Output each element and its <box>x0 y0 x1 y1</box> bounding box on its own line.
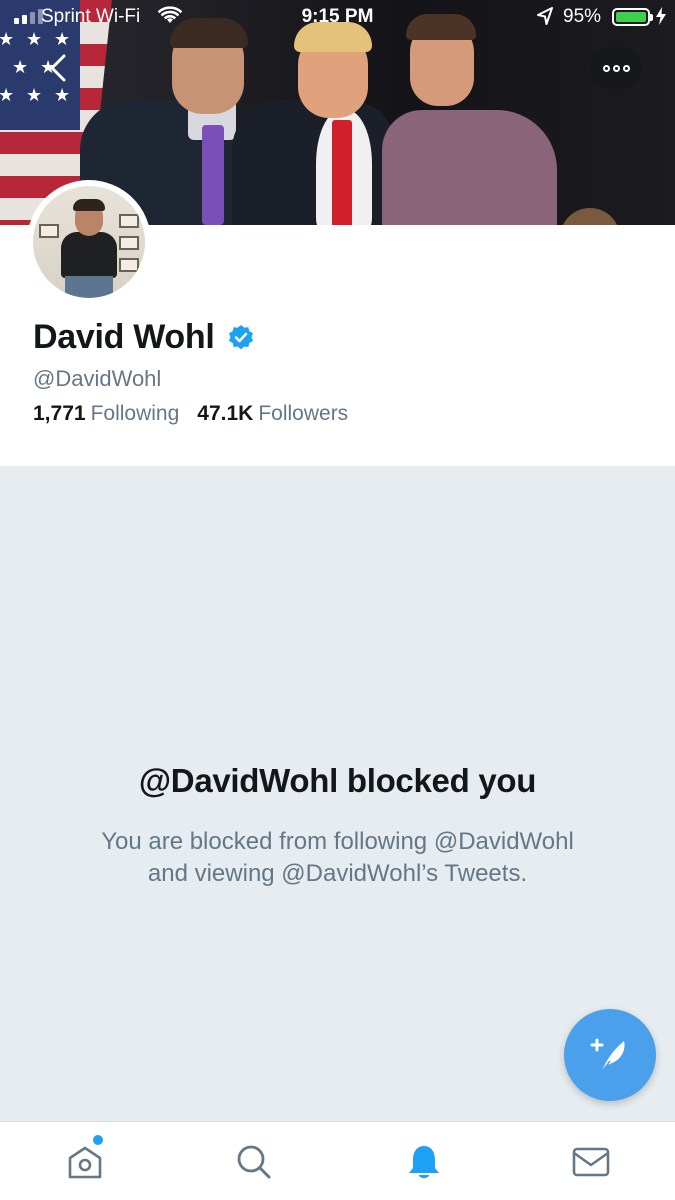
profile-name: David Wohl <box>33 318 215 356</box>
back-button[interactable] <box>38 48 78 88</box>
more-dot-icon <box>622 64 630 72</box>
tab-notifications[interactable] <box>374 1122 474 1200</box>
charging-bolt-icon <box>655 6 667 32</box>
blocked-title: @DavidWohl blocked you <box>138 762 537 799</box>
status-bar: Sprint Wi-Fi 9:15 PM 95% <box>0 0 675 34</box>
compose-feather-icon <box>590 1038 625 1074</box>
avatar-wall-frame <box>119 214 139 228</box>
avatar-person-hair <box>73 199 105 211</box>
follow-counts: 1,771 Following 47.1K Followers <box>33 402 348 426</box>
more-options-button[interactable] <box>590 46 642 90</box>
bottom-tab-bar <box>0 1121 675 1200</box>
battery-icon <box>612 8 653 26</box>
followers-stat[interactable]: 47.1K Followers <box>197 402 348 426</box>
compose-tweet-button[interactable] <box>564 1009 656 1101</box>
tab-search[interactable] <box>204 1122 304 1200</box>
following-count: 1,771 <box>33 402 86 425</box>
banner-person-center <box>232 100 397 225</box>
more-dot-icon <box>602 64 610 72</box>
banner-person-center-tie <box>332 120 352 225</box>
home-icon <box>68 1146 102 1178</box>
location-arrow-icon <box>536 6 554 32</box>
following-stat[interactable]: 1,771 Following <box>33 402 179 426</box>
more-dot-icon <box>612 64 620 72</box>
banner-person-right <box>382 110 557 225</box>
followers-label: Followers <box>258 402 349 425</box>
battery-percentage: 95% <box>563 6 602 27</box>
avatar-person-body <box>61 232 117 278</box>
blocked-description-line2: and viewing @DavidWohl’s Tweets. <box>147 860 528 887</box>
verified-badge-icon <box>228 324 253 349</box>
followers-count: 47.1K <box>197 402 254 425</box>
tab-home[interactable] <box>35 1122 135 1200</box>
bell-icon <box>409 1145 439 1178</box>
avatar-wall-frame <box>39 224 59 238</box>
profile-handle: @DavidWohl <box>33 366 162 391</box>
avatar-wall-frame <box>119 258 139 272</box>
following-label: Following <box>90 402 180 425</box>
search-icon <box>237 1145 271 1178</box>
avatar-photo <box>33 186 145 298</box>
blocked-notice-panel: @DavidWohl blocked you You are blocked f… <box>0 466 675 1121</box>
tab-messages[interactable] <box>541 1122 641 1200</box>
banner-person-left-tie <box>202 125 224 225</box>
profile-name-row: David Wohl <box>33 318 255 357</box>
blocked-description: You are blocked from following @DavidWoh… <box>60 826 615 890</box>
chevron-left-icon <box>50 54 66 82</box>
banner-person-edge <box>560 208 620 225</box>
blocked-description-line1: You are blocked from following @DavidWoh… <box>101 828 574 855</box>
home-notification-dot <box>93 1135 103 1145</box>
mail-icon <box>572 1147 610 1176</box>
avatar-person-legs <box>65 276 113 298</box>
profile-avatar[interactable] <box>27 180 151 304</box>
avatar-wall-frame <box>119 236 139 250</box>
